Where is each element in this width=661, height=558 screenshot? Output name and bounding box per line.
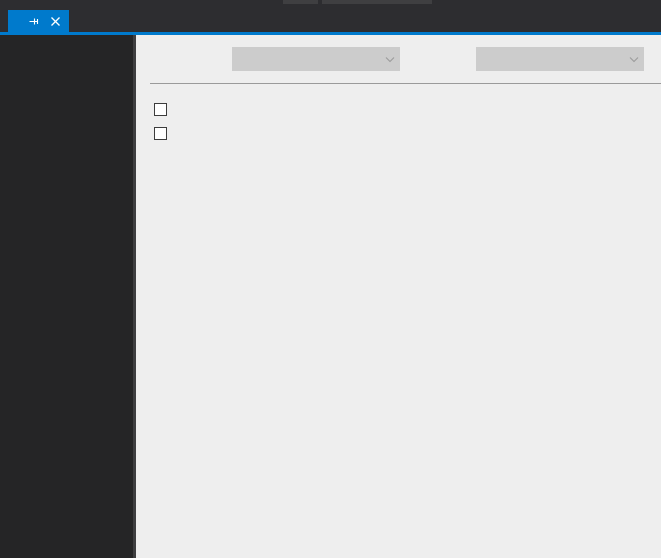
- pin-icon[interactable]: [27, 15, 40, 28]
- window-chrome-top: [0, 0, 661, 10]
- properties-sidebar: [0, 35, 133, 558]
- toolbar-fragment-left: [283, 0, 318, 4]
- generate-nuget-checkbox[interactable]: [154, 102, 167, 116]
- require-license-checkbox[interactable]: [154, 126, 167, 140]
- tab-revitaddin[interactable]: [8, 10, 69, 32]
- configuration-dropdown[interactable]: [232, 47, 400, 71]
- toolbar-separator: [150, 83, 661, 84]
- toolbar-fragment-right: [322, 0, 432, 4]
- configuration-toolbar: [136, 46, 661, 74]
- close-icon[interactable]: [49, 15, 62, 28]
- generate-nuget-checkbox-row[interactable]: [154, 101, 175, 117]
- tab-strip: [0, 10, 661, 32]
- package-properties-pane: [136, 35, 661, 558]
- chevron-down-icon: [381, 56, 399, 63]
- require-license-checkbox-row[interactable]: [154, 125, 175, 141]
- chevron-down-icon: [625, 56, 643, 63]
- platform-dropdown[interactable]: [476, 47, 644, 71]
